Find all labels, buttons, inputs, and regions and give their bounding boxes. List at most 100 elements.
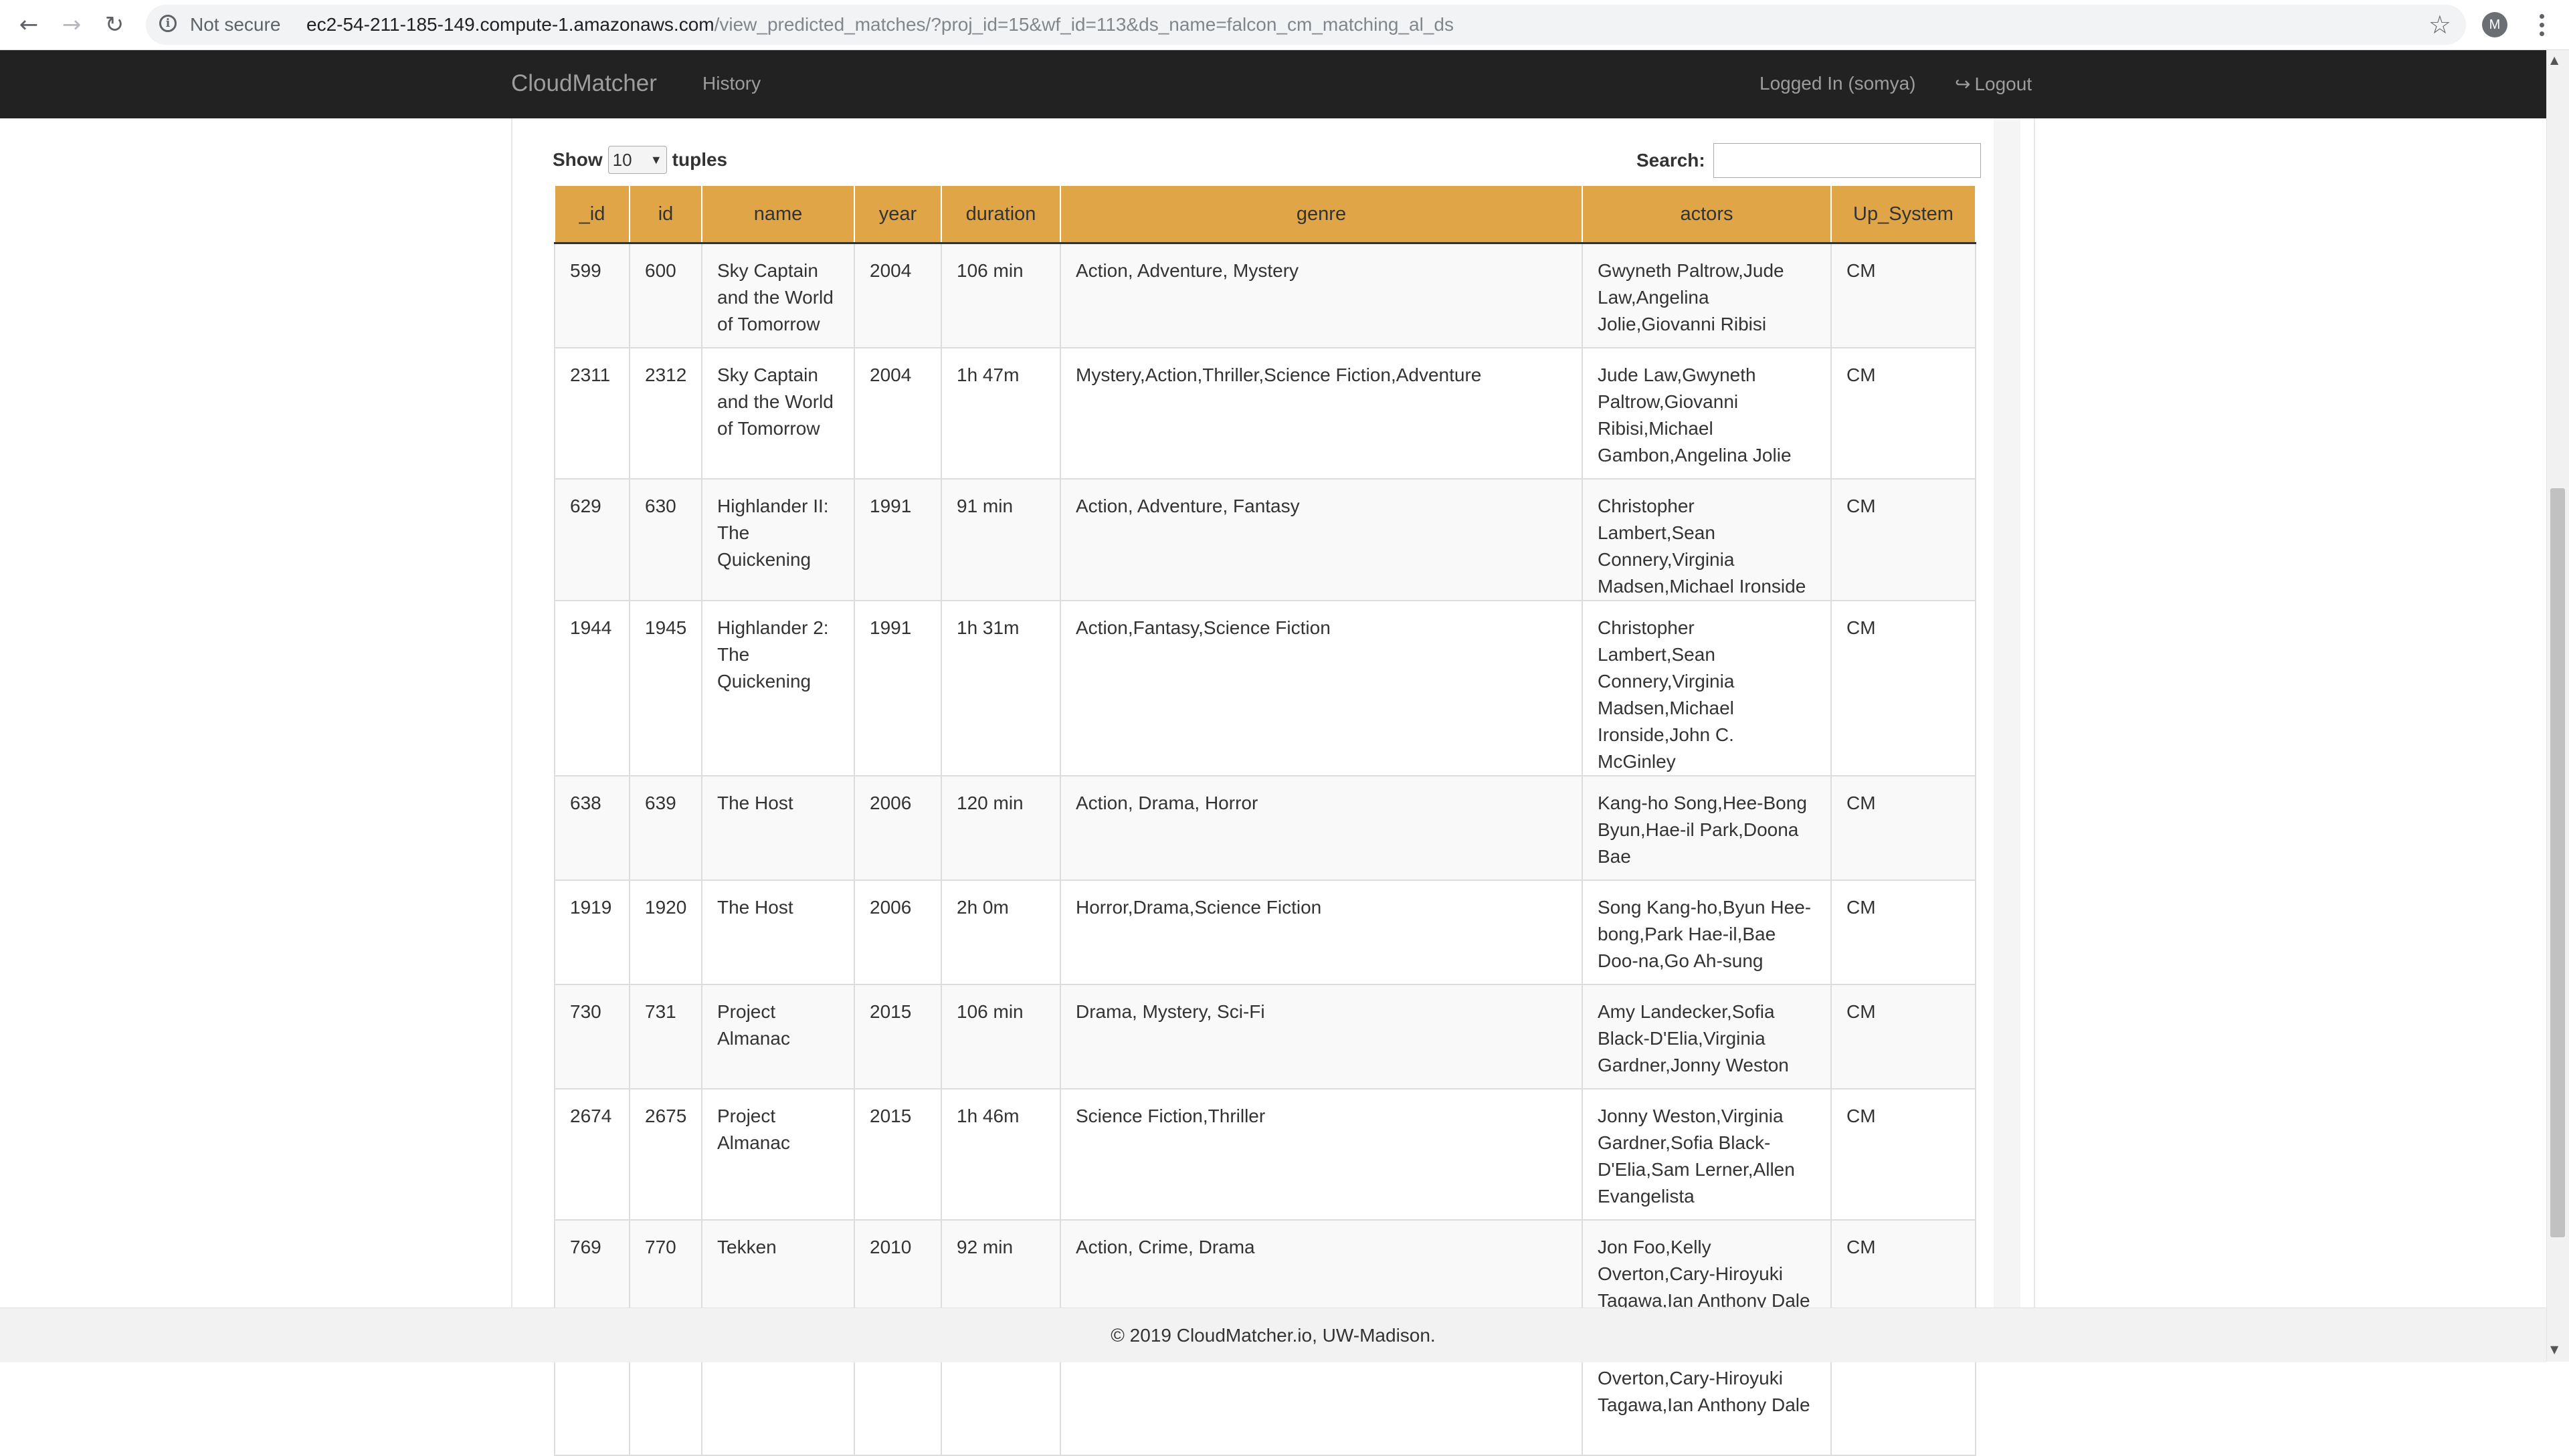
forward-arrow-icon[interactable]: → — [55, 8, 88, 41]
container-border — [2034, 118, 2035, 1308]
logout-label: Logout — [1974, 73, 2032, 94]
url-path: /view_predicted_matches/?proj_id=15&wf_i… — [714, 14, 1454, 35]
table-cell: Amy Landecker,Sofia Black-D'Elia,Virgini… — [1582, 983, 1832, 1089]
table-cell: Christopher Lambert,Sean Connery,Virgini… — [1582, 599, 1832, 776]
security-label: Not secure — [190, 14, 281, 35]
container-border — [511, 118, 512, 1308]
page-length-value: 10 — [612, 150, 632, 170]
table-cell: CM — [1830, 478, 1976, 601]
table-cell: 630 — [629, 478, 702, 601]
table-cell: 106 min — [941, 983, 1061, 1089]
table-cell: Highlander II: The Quickening — [701, 478, 855, 601]
table-cell: 1h 46m — [941, 1087, 1061, 1221]
page-footer: © 2019 CloudMatcher.io, UW-Madison. — [0, 1308, 2546, 1362]
table-cell: 1991 — [854, 599, 942, 776]
search-input[interactable] — [1713, 143, 1981, 178]
search-label: Search: — [1636, 150, 1705, 171]
table-row[interactable]: 2674 2675 Project Almanac 2015 1h 46m Sc… — [554, 1087, 1976, 1221]
table-cell: 91 min — [941, 478, 1061, 601]
nav-history-link[interactable]: History — [702, 73, 761, 94]
table-cell: CM — [1830, 879, 1976, 985]
address-bar[interactable]: i Not secure ec2-54-211-185-149.compute-… — [146, 5, 2466, 45]
table-cell: 1920 — [629, 879, 702, 985]
table-cell: 1944 — [554, 599, 630, 776]
table-row[interactable]: 629 630 Highlander II: The Quickening 19… — [554, 478, 1976, 601]
table-cell: Action, Adventure, Fantasy — [1060, 478, 1583, 601]
table-cell: Sky Captain and the World of Tomorrow — [701, 346, 855, 480]
table-cell: 2311 — [554, 346, 630, 480]
table-cell: Action,Fantasy,Science Fiction — [1060, 599, 1583, 776]
table-cell: 1h 31m — [941, 599, 1061, 776]
table-cell: 120 min — [941, 774, 1061, 881]
column-header[interactable]: actors — [1582, 185, 1832, 244]
table-cell: 106 min — [941, 242, 1061, 348]
table-cell: Project Almanac — [701, 983, 855, 1089]
table-cell: The Host — [701, 774, 855, 881]
table-cell: 2006 — [854, 879, 942, 985]
column-header[interactable]: id — [629, 185, 702, 244]
reload-icon[interactable]: ↻ — [98, 8, 131, 41]
table-cell: 1h 47m — [941, 346, 1061, 480]
star-icon[interactable]: ☆ — [2429, 10, 2451, 39]
logout-icon: ↪ — [1955, 74, 1971, 94]
scroll-up-icon[interactable]: ▲ — [2550, 54, 2558, 66]
column-header[interactable]: genre — [1060, 185, 1583, 244]
table-row[interactable]: 599 600 Sky Captain and the World of Tom… — [554, 242, 1976, 348]
tuples-label: tuples — [672, 149, 728, 170]
column-header[interactable]: _id — [554, 185, 630, 244]
table-row[interactable]: 1944 1945 Highlander 2: The Quickening 1… — [554, 599, 1976, 776]
search-control: Search: — [1636, 143, 1981, 178]
column-header[interactable]: duration — [941, 185, 1061, 244]
column-header[interactable]: Up_System — [1830, 185, 1976, 244]
table-row[interactable]: 1919 1920 The Host 2006 2h 0m Horror,Dra… — [554, 879, 1976, 985]
chevron-down-icon: ▼ — [650, 153, 662, 167]
table-cell: Sky Captain and the World of Tomorrow — [701, 242, 855, 348]
table-cell: Drama, Mystery, Sci-Fi — [1060, 983, 1583, 1089]
table-cell: 2674 — [554, 1087, 630, 1221]
table-row[interactable]: 730 731 Project Almanac 2015 106 min Dra… — [554, 983, 1976, 1089]
table-cell: CM — [1830, 774, 1976, 881]
table-cell: 2312 — [629, 346, 702, 480]
profile-avatar[interactable]: M — [2482, 12, 2507, 37]
table-cell: 1945 — [629, 599, 702, 776]
table-header-row: _id id name year duration genre actors U… — [554, 185, 1976, 244]
table-row[interactable]: 638 639 The Host 2006 120 min Action, Dr… — [554, 774, 1976, 881]
menu-icon[interactable] — [2532, 9, 2552, 40]
table-row[interactable]: 2311 2312 Sky Captain and the World of T… — [554, 346, 1976, 480]
predicted-matches-table: _id id name year duration genre actors U… — [554, 185, 1976, 1456]
table-cell: Science Fiction,Thriller — [1060, 1087, 1583, 1221]
info-icon[interactable]: i — [159, 15, 177, 32]
page-length-select[interactable]: 10 ▼ — [607, 146, 667, 174]
column-header[interactable]: year — [854, 185, 942, 244]
table-cell: 638 — [554, 774, 630, 881]
table-cell: 2015 — [854, 1087, 942, 1221]
logout-link[interactable]: ↪ Logout — [1955, 73, 2032, 95]
table-cell: CM — [1830, 1087, 1976, 1221]
back-arrow-icon[interactable]: ← — [12, 8, 45, 41]
table-cell: Action, Drama, Horror — [1060, 774, 1583, 881]
table-cell: 2006 — [854, 774, 942, 881]
table-cell: CM — [1830, 242, 1976, 348]
url-host: ec2-54-211-185-149.compute-1.amazonaws.c… — [306, 14, 715, 35]
table-cell: 600 — [629, 242, 702, 348]
table-cell: CM — [1830, 983, 1976, 1089]
table-cell: Gwyneth Paltrow,Jude Law,Angelina Jolie,… — [1582, 242, 1832, 348]
table-cell: Mystery,Action,Thriller,Science Fiction,… — [1060, 346, 1583, 480]
app-navbar: CloudMatcher History Logged In (somya) ↪… — [0, 50, 2546, 118]
column-header[interactable]: name — [701, 185, 855, 244]
table-cell: 1991 — [854, 478, 942, 601]
table-cell: 731 — [629, 983, 702, 1089]
table-cell: CM — [1830, 346, 1976, 480]
brand-link[interactable]: CloudMatcher — [511, 70, 657, 97]
table-cell: 2004 — [854, 242, 942, 348]
page-length-control: Show 10 ▼ tuples — [553, 146, 727, 174]
table-cell: Jonny Weston,Virginia Gardner,Sofia Blac… — [1582, 1087, 1832, 1221]
scroll-down-icon[interactable]: ▼ — [2550, 1343, 2558, 1356]
url-text[interactable]: ec2-54-211-185-149.compute-1.amazonaws.c… — [306, 14, 1454, 35]
table-cell: 730 — [554, 983, 630, 1089]
scrollbar-thumb[interactable] — [2550, 488, 2565, 1237]
show-label: Show — [553, 149, 603, 170]
logged-in-user[interactable]: Logged In (somya) — [1759, 73, 1915, 94]
table-cell: 1919 — [554, 879, 630, 985]
table-cell: 2015 — [854, 983, 942, 1089]
